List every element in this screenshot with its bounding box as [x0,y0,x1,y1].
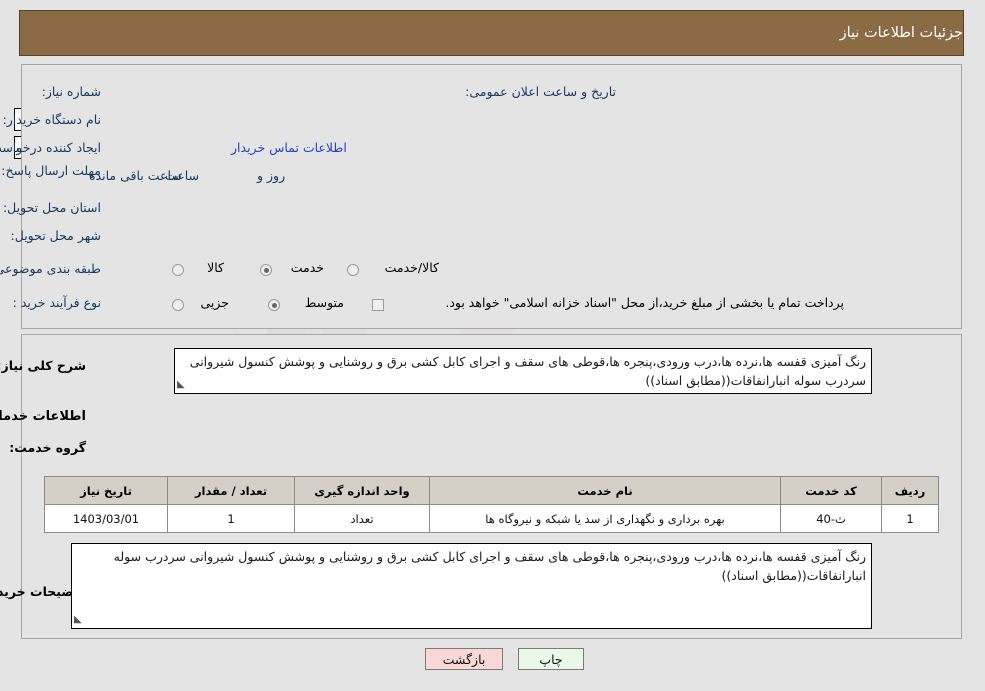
back-button[interactable]: بازگشت [426,648,504,670]
category-label: طبقه بندی موضوعی: [0,261,102,276]
radio-category-kala-label: کالا [208,260,225,275]
days-word: روز و [258,168,287,183]
cell-service-name: بهره برداری و نگهداری از سد یا شبکه و نی… [430,504,782,533]
service-group-label: گروه خدمت: [10,440,87,455]
page-title: جزئیات اطلاعات نیاز [840,25,964,41]
services-table: ردیف کد خدمت نام خدمت واحد اندازه گیری ت… [45,476,940,533]
deadline-label: مهلت ارسال پاسخ: تا تاریخ: [0,163,102,178]
radio-category-kala-khedmat[interactable] [348,264,360,276]
radio-process-jozi-label: جزیی [201,295,230,310]
radio-category-khedmat[interactable] [261,264,273,276]
buyer-contact-link[interactable]: اطلاعات تماس خریدار [232,140,348,155]
requester-label: ایجاد کننده درخواست: [0,140,102,155]
resize-grip-icon[interactable]: ◢ [178,377,186,393]
page-header: جزئیات اطلاعات نیاز [20,10,965,56]
col-unit: واحد اندازه گیری [295,476,431,505]
col-row-number: ردیف [882,476,940,505]
cell-service-code: ث-40 [781,504,883,533]
remaining-word: ساعت باقی مانده [90,168,183,183]
radio-process-motevaset-label: متوسط [305,295,345,310]
public-announce-label: تاریخ و ساعت اعلان عمومی: [466,84,617,99]
islamic-treasury-checkbox[interactable] [373,299,385,311]
process-label: نوع فرآیند خرید : [13,295,102,310]
print-button[interactable]: چاپ [519,648,585,670]
radio-process-jozi[interactable] [173,299,185,311]
service-section-heading: اطلاعات خدمات مورد نیاز [0,409,87,424]
table-row: 1 ث-40 بهره برداری و نگهداری از سد یا شب… [45,504,940,533]
general-desc-label: شرح کلی نیاز: [0,358,87,373]
col-quantity: تعداد / مقدار [168,476,296,505]
cell-unit: تعداد [295,504,431,533]
cell-quantity: 1 [168,504,296,533]
islamic-treasury-note: پرداخت تمام یا بخشی از مبلغ خرید،از محل … [446,295,845,310]
general-desc-textarea[interactable]: رنگ آمیزی قفسه ها،نرده ها،درب ورودی،پنجر… [175,348,873,394]
province-label: استان محل تحویل: [3,200,102,215]
radio-category-khedmat-label: خدمت [291,260,325,275]
table-header-row: ردیف کد خدمت نام خدمت واحد اندازه گیری ت… [45,476,940,505]
need-info-panel [22,64,963,329]
radio-category-kala[interactable] [173,264,185,276]
city-label: شهر محل تحویل: [11,228,102,243]
radio-process-motevaset[interactable] [269,299,281,311]
general-desc-text: رنگ آمیزی قفسه ها،نرده ها،درب ورودی،پنجر… [190,354,867,389]
buyer-notes-textarea[interactable]: رنگ آمیزی قفسه ها،نرده ها،درب ورودی،پنجر… [72,543,873,629]
buyer-org-label: نام دستگاه خریدار: [3,112,102,127]
buyer-notes-text: رنگ آمیزی قفسه ها،نرده ها،درب ورودی،پنجر… [114,549,867,584]
resize-grip-icon-notes[interactable]: ◢ [75,612,83,628]
col-service-code: کد خدمت [781,476,883,505]
need-number-label: شماره نیاز: [42,84,102,99]
cell-row-number: 1 [882,504,940,533]
radio-category-kala-khedmat-label: کالا/خدمت [385,260,440,275]
cell-need-date: 1403/03/01 [45,504,169,533]
col-service-name: نام خدمت [430,476,782,505]
col-need-date: تاریخ نیاز [45,476,169,505]
